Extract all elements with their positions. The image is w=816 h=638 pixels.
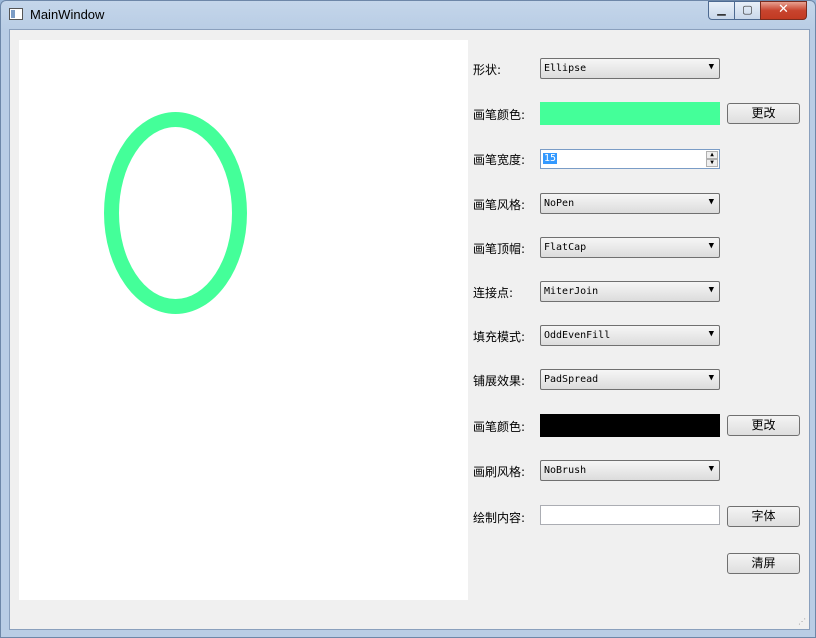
window-title: MainWindow (30, 7, 105, 22)
shape-value: Ellipse (544, 63, 587, 74)
fill-mode-value: OddEvenFill (544, 330, 611, 341)
shape-label: 形状: (473, 63, 502, 77)
main-window: MainWindow ▁ ▢ ✕ 形状: Ellipse ▼ 画笔颜色: 更改 画… (0, 0, 816, 638)
chevron-down-icon: ▼ (708, 197, 714, 207)
pen-style-combo[interactable]: NoPen ▼ (540, 193, 720, 214)
close-icon: ✕ (778, 2, 789, 17)
title-bar[interactable]: MainWindow ▁ ▢ ✕ (1, 1, 815, 29)
brush-style-label: 画刷风格: (473, 465, 526, 479)
font-button[interactable]: 字体 (727, 506, 800, 527)
spread-combo[interactable]: PadSpread ▼ (540, 369, 720, 390)
resize-grip-icon[interactable]: ⋰ (798, 617, 806, 626)
minimize-button[interactable]: ▁ (708, 1, 735, 20)
brush-color-change-button[interactable]: 更改 (727, 415, 800, 436)
spread-value: PadSpread (544, 374, 599, 385)
pen-cap-label: 画笔顶帽: (473, 242, 526, 256)
client-area: 形状: Ellipse ▼ 画笔颜色: 更改 画笔宽度: 15 ▲ ▼ 画笔风格:… (9, 29, 810, 630)
drawn-ellipse (104, 112, 247, 314)
pen-cap-combo[interactable]: FlatCap ▼ (540, 237, 720, 258)
drawing-canvas[interactable] (19, 40, 468, 600)
chevron-down-icon: ▼ (708, 285, 714, 295)
maximize-icon: ▢ (742, 3, 753, 16)
pen-width-label: 画笔宽度: (473, 153, 526, 167)
minimize-icon: ▁ (717, 3, 726, 16)
draw-text-input[interactable] (540, 505, 720, 525)
pen-color-change-button[interactable]: 更改 (727, 103, 800, 124)
spin-up-icon[interactable]: ▲ (706, 151, 718, 159)
close-button[interactable]: ✕ (760, 1, 807, 20)
brush-style-value: NoBrush (544, 465, 587, 476)
shape-combo[interactable]: Ellipse ▼ (540, 58, 720, 79)
brush-color-label: 画笔颜色: (473, 420, 526, 434)
join-label: 连接点: (473, 286, 514, 300)
chevron-down-icon: ▼ (708, 241, 714, 251)
clear-button[interactable]: 清屏 (727, 553, 800, 574)
pen-color-label: 画笔颜色: (473, 108, 526, 122)
pen-width-value: 15 (543, 153, 558, 164)
chevron-down-icon: ▼ (708, 329, 714, 339)
chevron-down-icon: ▼ (708, 373, 714, 383)
spin-down-icon[interactable]: ▼ (706, 159, 718, 167)
join-combo[interactable]: MiterJoin ▼ (540, 281, 720, 302)
chevron-down-icon: ▼ (708, 62, 714, 72)
app-icon (9, 8, 23, 20)
maximize-button[interactable]: ▢ (734, 1, 761, 20)
fill-mode-label: 填充模式: (473, 330, 526, 344)
text-label: 绘制内容: (473, 511, 526, 525)
pen-color-swatch (540, 102, 720, 125)
chevron-down-icon: ▼ (708, 464, 714, 474)
spread-label: 铺展效果: (473, 374, 526, 388)
brush-color-swatch (540, 414, 720, 437)
pen-width-spinbox[interactable]: 15 ▲ ▼ (540, 149, 720, 169)
pen-style-label: 画笔风格: (473, 198, 526, 212)
join-value: MiterJoin (544, 286, 599, 297)
fill-mode-combo[interactable]: OddEvenFill ▼ (540, 325, 720, 346)
pen-style-value: NoPen (544, 198, 575, 209)
brush-style-combo[interactable]: NoBrush ▼ (540, 460, 720, 481)
pen-cap-value: FlatCap (544, 242, 587, 253)
